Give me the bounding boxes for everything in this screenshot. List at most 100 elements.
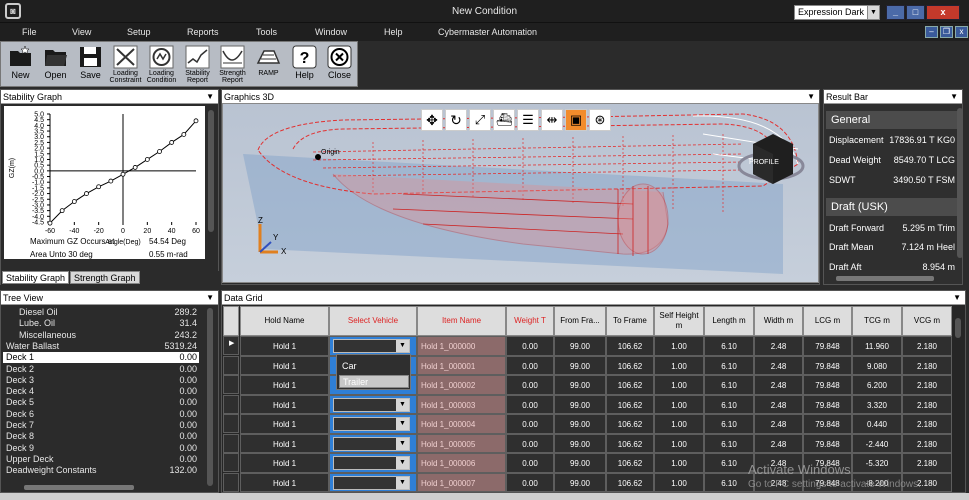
chevron-down-icon[interactable]: ▼ — [396, 437, 409, 450]
select-vehicle-cell[interactable]: ▼ — [329, 472, 417, 492]
close-button[interactable]: Close — [322, 43, 357, 86]
stability-scrollbar[interactable] — [208, 110, 214, 232]
grid-cell[interactable]: 99.00 — [554, 453, 606, 473]
grid-cell[interactable]: 2.48 — [754, 336, 803, 356]
grid-cell[interactable]: 99.00 — [554, 472, 606, 492]
grid-cell[interactable]: 99.00 — [554, 375, 606, 395]
tree-item[interactable]: Diesel Oil 289.2 — [3, 307, 199, 318]
grid-cell[interactable]: Hold 1 — [240, 394, 329, 414]
fit-view-icon[interactable]: ⤢ — [469, 109, 491, 131]
grid-column-header[interactable]: TCG m — [852, 306, 902, 336]
grid-cell[interactable]: 0.00 — [506, 336, 554, 356]
3d-viewport[interactable]: Origin Z Y X PROFILE ✥ ↻ ⤢ ⛴ ☰ ⇹ ▣ ⊛ — [222, 103, 819, 283]
grid-cell[interactable]: Hold 1_000002 — [417, 375, 506, 395]
grid-cell[interactable]: 99.00 — [554, 414, 606, 434]
grid-column-header[interactable]: Length m — [704, 306, 754, 336]
grid-cell[interactable]: Hold 1 — [240, 453, 329, 473]
grid-cell[interactable]: 99.00 — [554, 433, 606, 453]
vehicle-combo[interactable]: ▼ — [333, 339, 410, 353]
vehicle-combo[interactable]: ▼ — [333, 417, 410, 431]
open-button[interactable]: Open — [38, 43, 73, 86]
grid-cell[interactable]: Hold 1_000004 — [417, 414, 506, 434]
tree-item[interactable]: Miscellaneous 243.2 — [3, 330, 199, 341]
select-vehicle-cell[interactable]: ▼ — [329, 453, 417, 473]
panel-dropdown-icon[interactable]: ▼ — [206, 90, 214, 104]
grid-column-header[interactable]: Weight T — [506, 306, 554, 336]
grid-cell[interactable]: 0.00 — [506, 375, 554, 395]
grid-cell[interactable]: 0.00 — [506, 355, 554, 375]
chevron-down-icon[interactable]: ▼ — [396, 340, 409, 352]
tree-item[interactable]: Deck 5 0.00 — [3, 397, 199, 408]
grid-cell[interactable]: 2.180 — [902, 355, 952, 375]
grid-cell[interactable]: 1.00 — [654, 453, 704, 473]
menu-help[interactable]: Help — [384, 27, 403, 37]
vehicle-combo[interactable]: ▼ — [333, 456, 410, 470]
tree-item[interactable]: Deck 1 0.00 — [3, 352, 199, 364]
tree-item[interactable]: Upper Deck 0.00 — [3, 454, 199, 465]
menu-view[interactable]: View — [72, 27, 91, 37]
grid-cell[interactable]: 6.10 — [704, 394, 754, 414]
tree-item[interactable]: Deck 9 0.00 — [3, 443, 199, 454]
grid-cell[interactable]: 2.48 — [754, 414, 803, 434]
grid-cell[interactable]: 6.10 — [704, 336, 754, 356]
grid-cell[interactable]: 9.080 — [852, 355, 902, 375]
grid-cell[interactable]: 6.10 — [704, 375, 754, 395]
mdi-minimize-button[interactable]: – — [925, 26, 938, 38]
rotate-icon[interactable]: ↻ — [445, 109, 467, 131]
grid-row-header[interactable] — [223, 414, 239, 433]
grid-cell[interactable]: 6.10 — [704, 355, 754, 375]
grid-cell[interactable]: 2.180 — [902, 394, 952, 414]
grid-cell[interactable]: 6.10 — [704, 433, 754, 453]
tree-item[interactable]: Deck 7 0.00 — [3, 420, 199, 431]
grid-cell[interactable]: Hold 1 — [240, 375, 329, 395]
grid-cell[interactable]: Hold 1 — [240, 355, 329, 375]
grid-column-header[interactable]: To Frame — [606, 306, 654, 336]
grid-column-header[interactable]: VCG m — [902, 306, 952, 336]
grid-cell[interactable]: 106.62 — [606, 414, 654, 434]
menu-tools[interactable]: Tools — [256, 27, 277, 37]
select-vehicle-cell[interactable]: ▼ — [329, 433, 417, 453]
data-grid-scrollbar[interactable] — [955, 318, 961, 338]
grid-cell[interactable]: 2.180 — [902, 453, 952, 473]
chevron-down-icon[interactable]: ▼ — [396, 457, 409, 469]
grid-row-header[interactable] — [223, 433, 239, 453]
vehicle-combo[interactable]: ▼ — [333, 436, 410, 451]
grid-cell[interactable]: 79.848 — [803, 414, 852, 434]
tree-item[interactable]: Lube. Oil 31.4 — [3, 318, 199, 329]
menu-cybermaster-automation[interactable]: Cybermaster Automation — [438, 27, 537, 37]
tree-view-scrollbar[interactable] — [207, 308, 213, 486]
grid-cell[interactable]: 6.10 — [704, 453, 754, 473]
grid-cell[interactable]: 1.00 — [654, 394, 704, 414]
grid-cell[interactable]: 11.960 — [852, 336, 902, 356]
report-icon[interactable]: ☰ — [517, 109, 539, 131]
grid-cell[interactable]: 0.00 — [506, 394, 554, 414]
tab-strength-graph[interactable]: Strength Graph — [70, 271, 140, 284]
grid-cell[interactable]: 6.10 — [704, 472, 754, 492]
tree-item[interactable]: Deadweight Constants 132.00 — [3, 465, 199, 476]
panel-dropdown-icon[interactable]: ▼ — [950, 90, 958, 104]
grid-cell[interactable]: Hold 1_000005 — [417, 433, 506, 453]
select-vehicle-cell[interactable]: ▼ — [329, 336, 417, 356]
grid-cell[interactable]: Hold 1 — [240, 336, 329, 356]
grid-cell[interactable]: Hold 1 — [240, 472, 329, 492]
grid-cell[interactable]: 99.00 — [554, 336, 606, 356]
grid-cell[interactable]: 2.48 — [754, 394, 803, 414]
grid-cell[interactable]: 106.62 — [606, 336, 654, 356]
grid-cell[interactable]: Hold 1_000007 — [417, 472, 506, 492]
theme-select[interactable]: Expression Dark ▼ — [794, 5, 880, 20]
grid-cell[interactable]: 2.48 — [754, 433, 803, 453]
grid-column-header[interactable]: Hold Name — [240, 306, 329, 336]
chevron-down-icon[interactable]: ▼ — [396, 476, 409, 489]
tree-item[interactable]: Water Ballast 5319.24 — [3, 341, 199, 352]
grid-row-header[interactable] — [223, 355, 239, 375]
loading-condition-button[interactable]: Loading Condition — [144, 43, 179, 86]
tree-view-hscrollbar[interactable] — [24, 485, 134, 490]
grid-cell[interactable]: Hold 1_000001 — [417, 355, 506, 375]
tree-item[interactable]: Deck 4 0.00 — [3, 386, 199, 397]
grid-cell[interactable]: 99.00 — [554, 394, 606, 414]
grid-cell[interactable]: Hold 1 — [240, 414, 329, 434]
grid-cell[interactable]: 2.180 — [902, 375, 952, 395]
mdi-close-button[interactable]: x — [955, 26, 968, 38]
tab-stability-graph[interactable]: Stability Graph — [2, 271, 70, 284]
grid-cell[interactable]: 6.10 — [704, 414, 754, 434]
